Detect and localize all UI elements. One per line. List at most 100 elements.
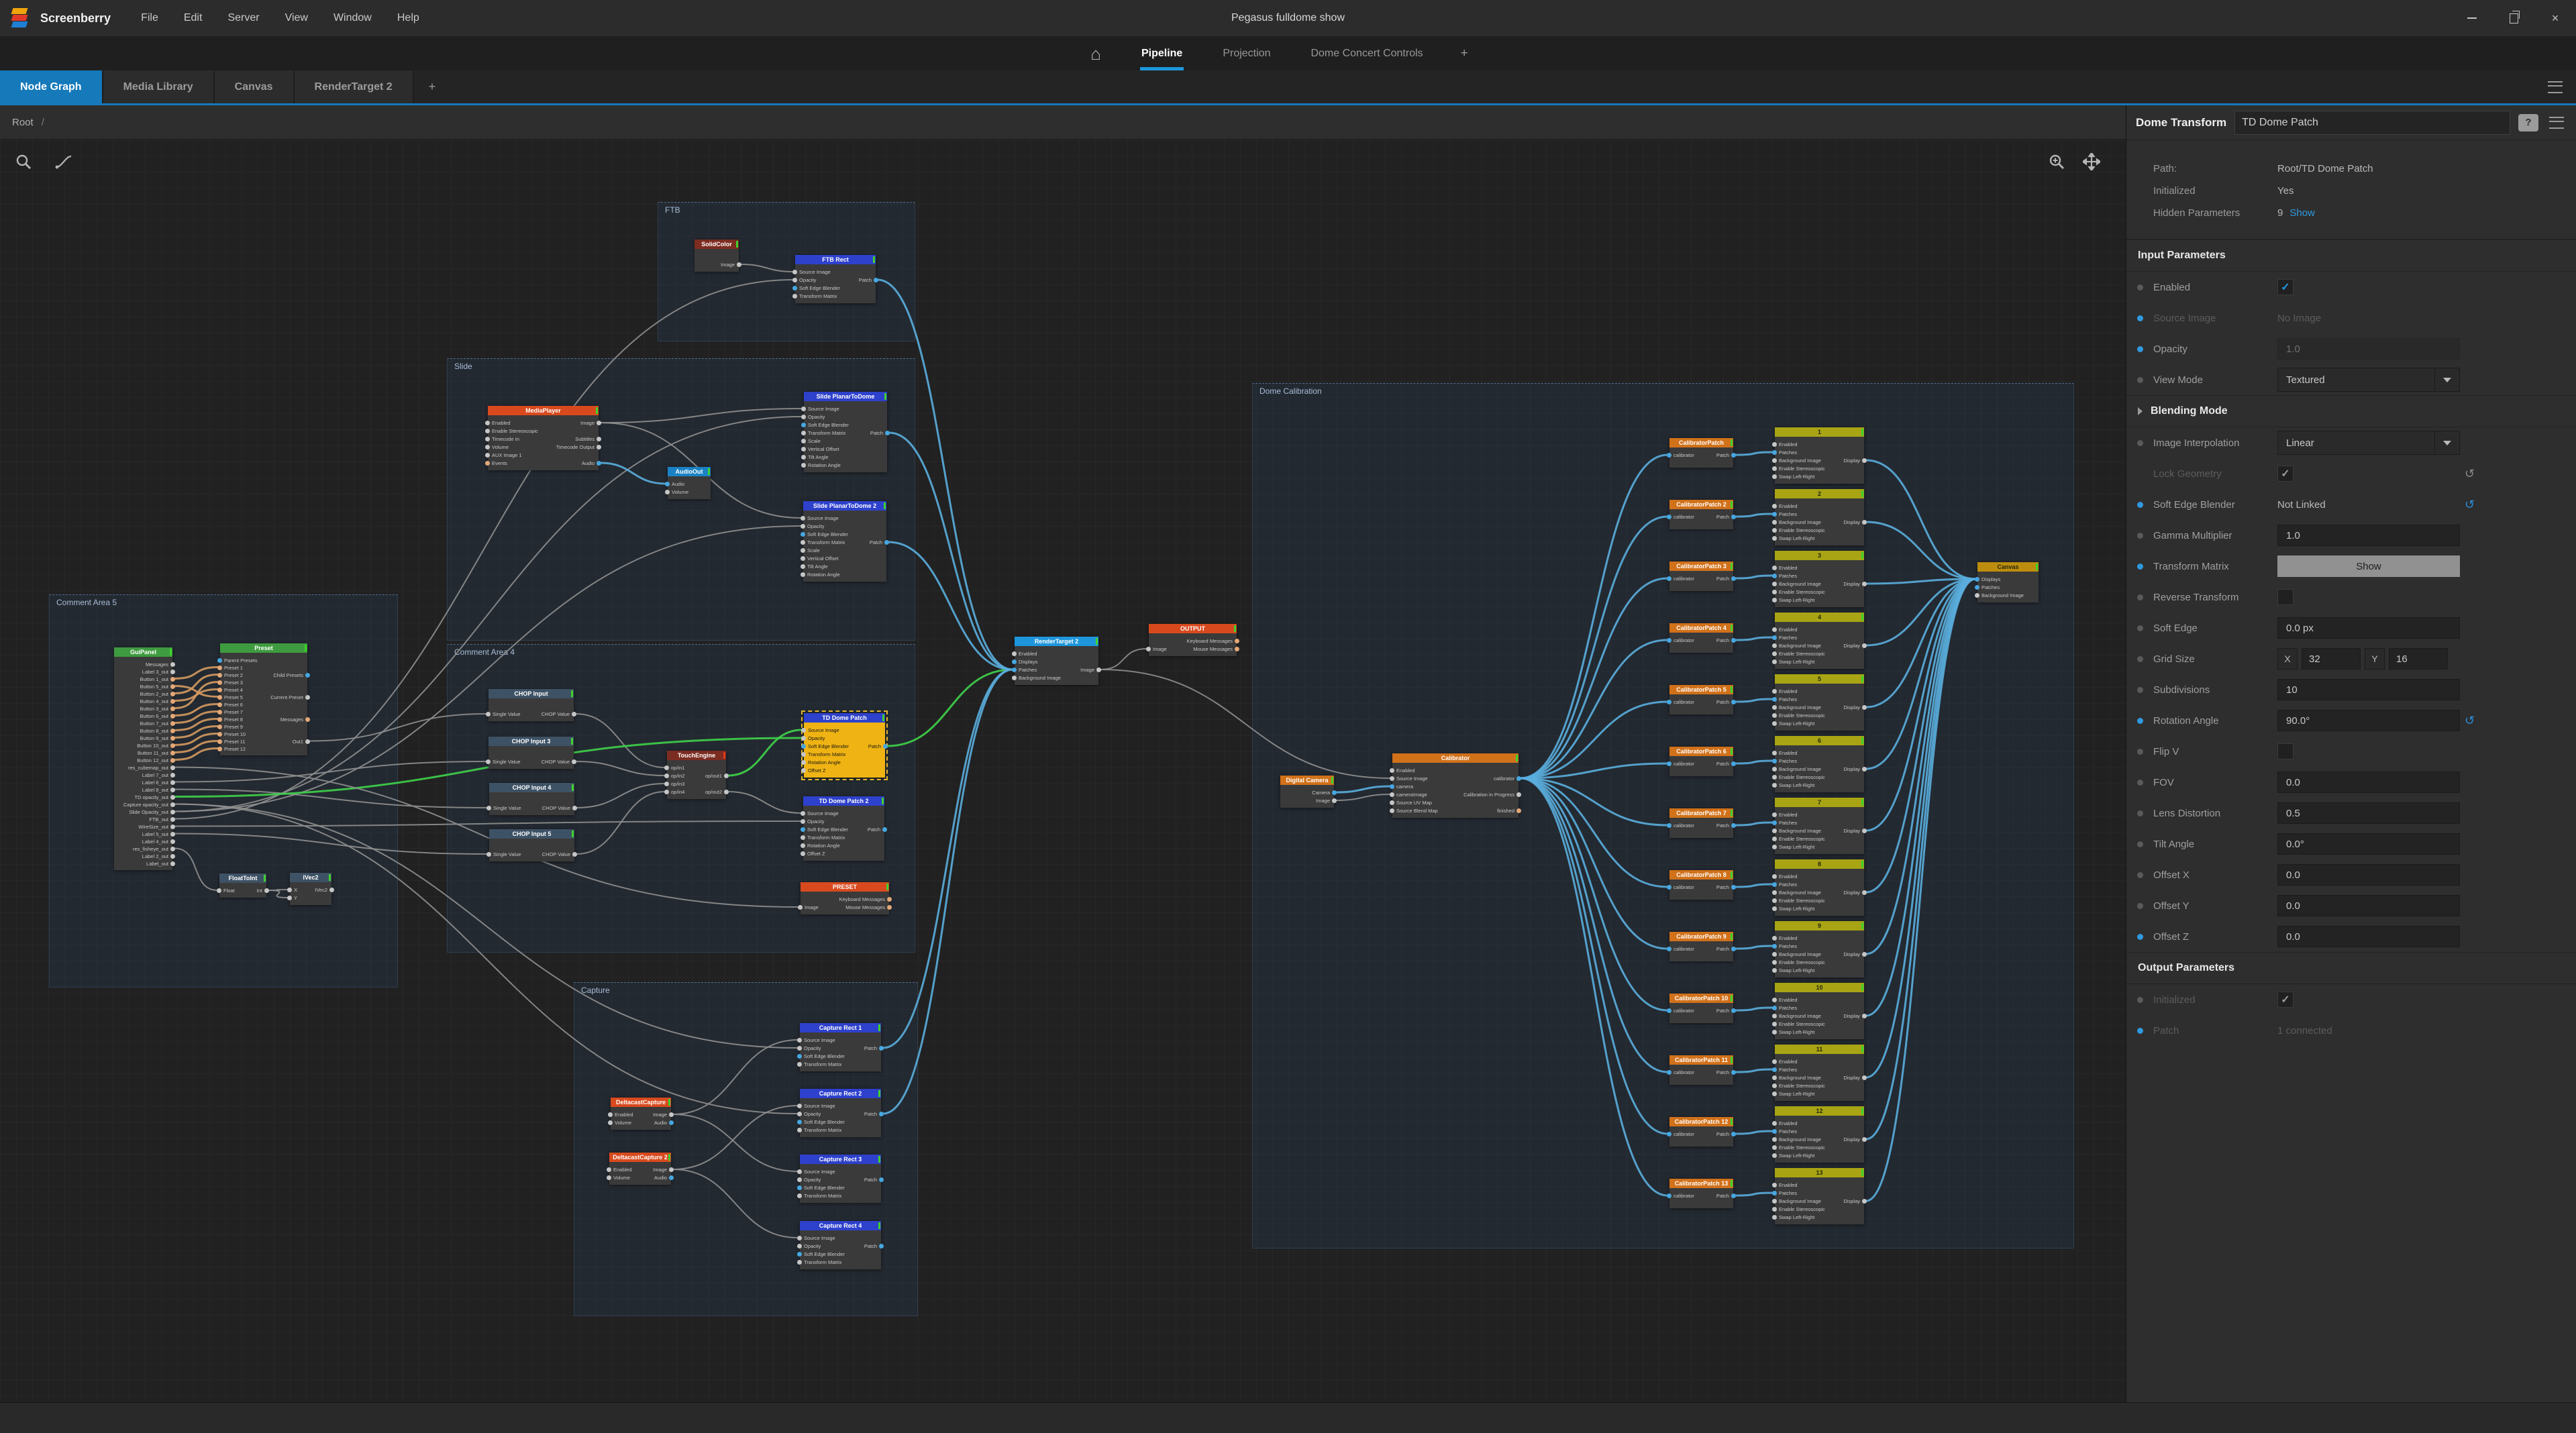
input-port-volume[interactable]: Volume [485,443,509,451]
output-port-display[interactable]: Display [1843,580,1867,588]
input-port-patches[interactable]: Patches [1772,633,1797,641]
input-port-soft-edge-blender[interactable]: Soft Edge Blender [797,1250,845,1258]
input-port-aux-image-1[interactable]: AUX Image 1 [485,451,522,459]
field-soft-edge[interactable]: 0.0 px [2277,617,2460,639]
input-port-scale[interactable]: Scale [801,437,821,445]
input-port-calibrator[interactable]: calibrator [1667,759,1694,767]
input-port-calibrator[interactable]: calibrator [1667,945,1694,953]
field-grid-y[interactable]: 16 [2389,648,2448,670]
output-port-patch[interactable]: Patch [1716,1006,1736,1014]
node-preset[interactable]: PRESETImageKeyboard MessagesMouse Messag… [801,882,889,914]
input-port-preset-12[interactable]: Preset 12 [217,745,246,753]
input-port-calibrator[interactable]: calibrator [1667,1068,1694,1076]
input-port-source-image[interactable]: Source Image [801,809,839,817]
output-port-chop-value[interactable]: CHOP Value [542,710,576,718]
node-calibratorpatch-12[interactable]: CalibratorPatch 12calibratorPatch [1669,1117,1733,1147]
input-port-opacity[interactable]: Opacity [801,522,824,530]
input-port-transform-matrix[interactable]: Transform Matrix [797,1258,841,1266]
output-port-patch[interactable]: Patch [1716,636,1736,644]
panel-menu-icon[interactable] [2549,117,2564,129]
input-port-background-image[interactable]: Background Image [1975,591,2024,599]
node-ivec2[interactable]: IVec2XYIVec2 [290,873,331,905]
input-port-rotation-angle[interactable]: Rotation Angle [801,570,840,578]
input-port-calibrator[interactable]: calibrator [1667,698,1694,706]
node-canvas[interactable]: CanvasDisplaysPatchesBackground Image [1977,562,2039,602]
checkbox-flip-v[interactable] [2277,743,2294,759]
node-calibratorpatch-11[interactable]: CalibratorPatch 11calibratorPatch [1669,1055,1733,1085]
input-port-opacity[interactable]: Opacity [801,817,824,825]
output-port-display[interactable]: Display [1843,1073,1867,1081]
input-port-image[interactable]: Image [798,903,819,911]
input-port-enabled[interactable]: Enabled [1772,934,1798,942]
input-port-patches[interactable]: Patches [1772,448,1797,456]
input-port-enabled[interactable]: Enabled [1772,810,1798,818]
output-port-image[interactable]: Image [721,260,741,268]
input-port-enable-stereoscopic[interactable]: Enable Stereoscopic [1772,773,1825,781]
input-port-image[interactable]: Image [1146,645,1167,653]
input-port-patches[interactable]: Patches [1772,818,1797,827]
node-7[interactable]: 7EnabledPatchesBackground ImageEnable St… [1775,798,1864,854]
checkbox-reverse-transform[interactable] [2277,589,2294,605]
node-6[interactable]: 6EnabledPatchesBackground ImageEnable St… [1775,736,1864,792]
output-port-current-preset[interactable]: Current Preset [270,693,310,701]
output-port-patch[interactable]: Patch [864,1242,884,1250]
output-port-audio[interactable]: Audio [654,1173,674,1181]
input-port-op-in3[interactable]: op/in3 [664,780,684,788]
output-port-ivec2[interactable]: IVec2 [315,886,334,894]
output-port-patch[interactable]: Patch [1716,1130,1736,1138]
input-port-source-uv-map[interactable]: Source UV Map [1390,798,1432,806]
node-digital-camera[interactable]: Digital CameraCameraImage [1280,776,1334,808]
node-rendertarget-2[interactable]: RenderTarget 2EnabledDisplaysPatchesBack… [1015,637,1098,685]
node-calibratorpatch-9[interactable]: CalibratorPatch 9calibratorPatch [1669,932,1733,961]
output-port-patch[interactable]: Patch [859,276,878,284]
input-port-swap-left-right[interactable]: Swap Left-Right [1772,472,1814,480]
output-port-patch[interactable]: Patch [1716,698,1736,706]
node-deltacastcapture[interactable]: DeltacastCaptureEnabledVolumeImageAudio [611,1098,671,1130]
output-port-patch[interactable]: Patch [868,742,888,750]
input-port-events[interactable]: Events [485,459,507,467]
checkbox-initialized[interactable]: ✓ [2277,992,2294,1008]
field-tilt-angle[interactable]: 0.0° [2277,833,2460,855]
input-port-calibrator[interactable]: calibrator [1667,821,1694,829]
input-port-calibrator[interactable]: calibrator [1667,636,1694,644]
node-touchengine[interactable]: TouchEngineop/in1op/in2op/in3op/in4op/ou… [667,751,726,799]
input-port-soft-edge-blender[interactable]: Soft Edge Blender [797,1118,845,1126]
node-calibratorpatch-7[interactable]: CalibratorPatch 7calibratorPatch [1669,808,1733,838]
input-port-op-in2[interactable]: op/in2 [664,772,684,780]
input-port-enabled[interactable]: Enabled [1390,766,1415,774]
output-port-display[interactable]: Display [1843,1012,1867,1020]
output-port-display[interactable]: Display [1843,888,1867,896]
breadcrumb-root[interactable]: Root [12,117,34,128]
output-port-child-presets[interactable]: Child Presets [273,671,310,679]
view-tab-rendertarget-2[interactable]: RenderTarget 2 [295,70,414,103]
search-icon[interactable] [12,150,35,173]
menu-server[interactable]: Server [215,0,272,36]
node-deltacastcapture-2[interactable]: DeltacastCapture 2EnabledVolumeImageAudi… [609,1153,671,1185]
output-port-op-out2[interactable]: op/out2 [705,788,729,796]
input-port-patches[interactable]: Patches [1772,880,1797,888]
input-port-transform-matrix[interactable]: Transform Matrix [797,1126,841,1134]
input-port-background-image[interactable]: Background Image [1012,674,1061,682]
field-subdivisions[interactable]: 10 [2277,679,2460,700]
input-port-offset-z[interactable]: Offset Z [801,849,825,857]
input-port-enabled[interactable]: Enabled [1772,625,1798,633]
field-lens-distortion[interactable]: 0.5 [2277,802,2460,824]
input-port-soft-edge-blender[interactable]: Soft Edge Blender [797,1183,845,1191]
input-port-enabled[interactable]: Enabled [1772,996,1798,1004]
input-port-calibrator[interactable]: calibrator [1667,451,1694,459]
output-port-display[interactable]: Display [1843,950,1867,958]
node-10[interactable]: 10EnabledPatchesBackground ImageEnable S… [1775,983,1864,1039]
input-port-enabled[interactable]: Enabled [1772,749,1798,757]
home-icon[interactable]: ⌂ [1090,45,1101,62]
node-td-dome-patch-2[interactable]: TD Dome Patch 2Source ImageOpacitySoft E… [803,796,884,861]
output-port-patch[interactable]: Patch [864,1110,884,1118]
output-port-display[interactable]: Display [1843,765,1867,773]
minimize-button[interactable] [2451,0,2493,36]
output-port-audio[interactable]: Audio [582,459,601,467]
input-port-background-image[interactable]: Background Image [1772,641,1821,649]
input-port-background-image[interactable]: Background Image [1772,1073,1821,1081]
input-port-calibrator[interactable]: calibrator [1667,1006,1694,1014]
input-port-patches[interactable]: Patches [1975,583,2000,591]
input-port-tilt-angle[interactable]: Tilt Angle [801,453,829,461]
input-port-soft-edge-blender[interactable]: Soft Edge Blender [801,825,848,833]
